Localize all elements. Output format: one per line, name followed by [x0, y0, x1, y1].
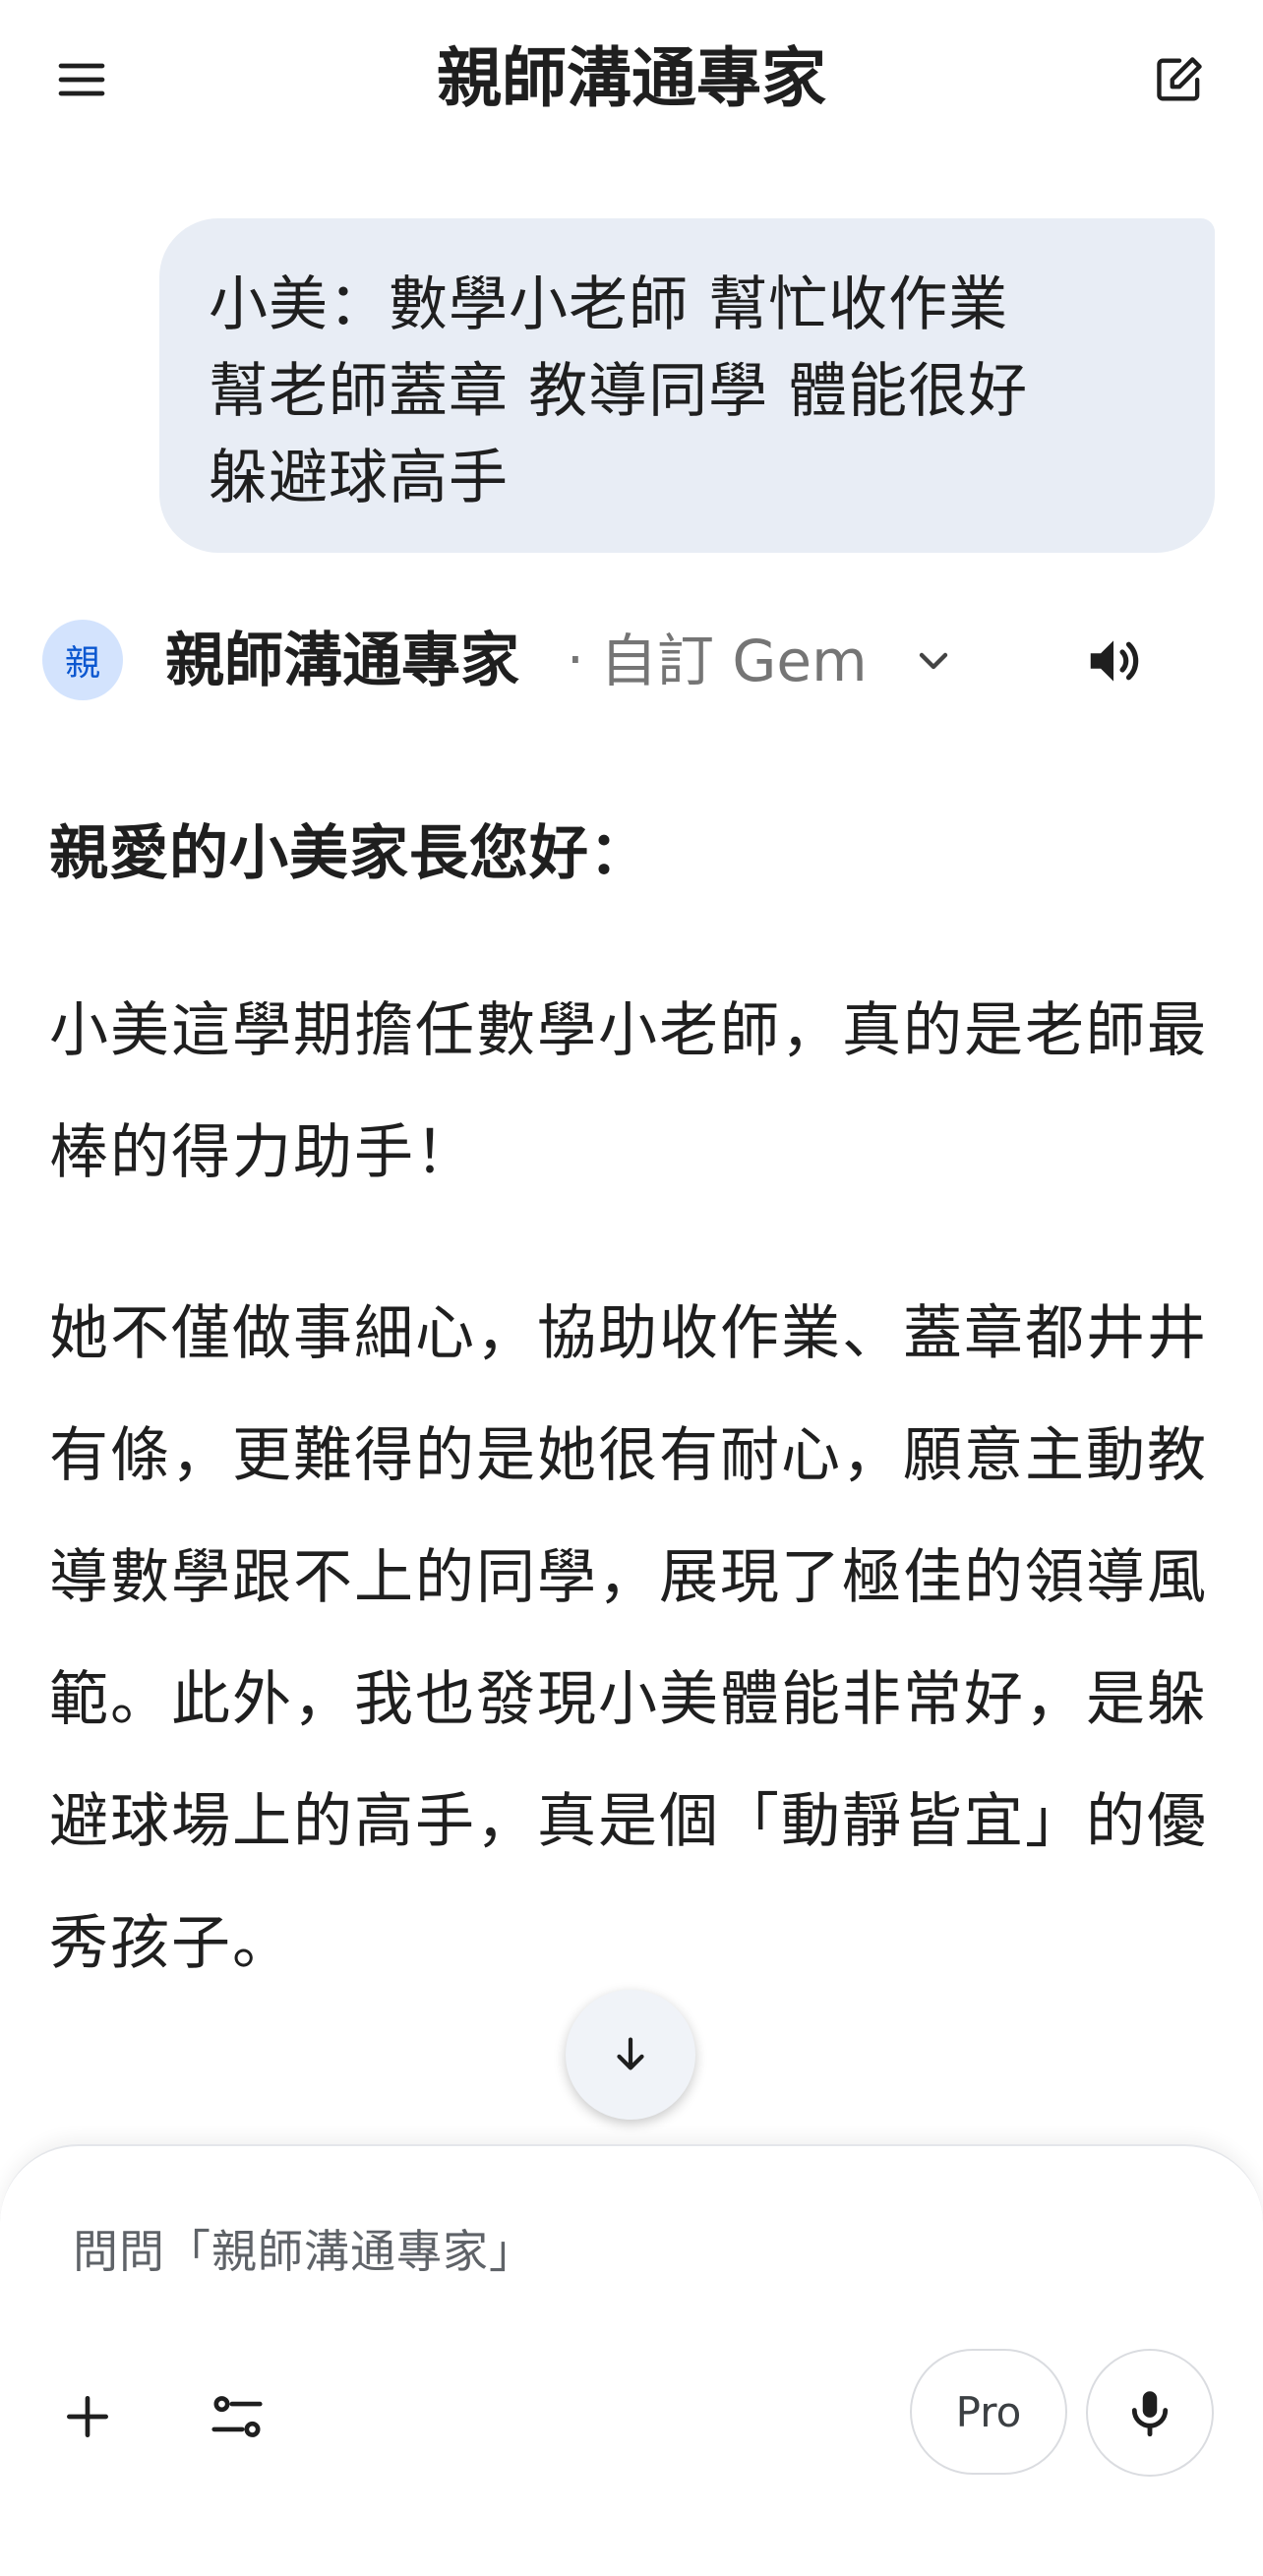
model-picker-button[interactable]: Pro	[910, 2349, 1067, 2475]
response-greeting: 親愛的小美家長您好：	[49, 819, 649, 888]
speaker-icon	[1090, 640, 1139, 682]
scroll-to-bottom-button[interactable]	[566, 1990, 695, 2120]
app-root: 親師溝通專家 小美：數學小老師 幫忙收作業 幫老師蓋章 教導同學 體能很好 躲避…	[0, 0, 1263, 2576]
prompt-input[interactable]: 問問「親師溝通專家」	[73, 2217, 535, 2286]
user-message-line: 小美：數學小老師 幫忙收作業	[209, 270, 1009, 339]
page-title: 親師溝通專家	[437, 40, 826, 116]
gem-avatar: 親	[42, 620, 123, 700]
mic-icon	[1131, 2391, 1169, 2437]
response-paragraph: 她不僅做事細心，協助收作業、蓋章都井井有條，更難得的是她很有耐心，願意主動教導數…	[49, 1299, 1208, 1978]
chevron-down-icon[interactable]	[910, 637, 957, 685]
gem-header: 親 親師溝通專家 · 自訂 Gem	[0, 610, 1263, 708]
gem-response: 親愛的小美家長您好： 小美這學期擔任數學小老師，真的是老師最棒的得力助手！ 她不…	[49, 807, 1220, 2005]
plus-icon	[67, 2396, 108, 2437]
user-message-line: 幫老師蓋章 教導同學 體能很好	[209, 357, 1029, 426]
add-attachment-button[interactable]	[43, 2372, 132, 2461]
gem-type-dropdown[interactable]: 自訂 Gem	[600, 624, 868, 698]
tools-icon	[211, 2396, 263, 2437]
user-message-line: 躲避球高手	[209, 444, 509, 512]
gem-separator: ·	[567, 629, 584, 692]
tools-button[interactable]	[193, 2372, 281, 2461]
gem-name: 親師溝通專家	[165, 627, 519, 695]
new-chat-button[interactable]	[1135, 35, 1224, 124]
read-aloud-button[interactable]	[1072, 620, 1155, 702]
composer-panel: 問問「親師溝通專家」 Pro	[0, 2144, 1263, 2576]
user-message-bubble[interactable]: 小美：數學小老師 幫忙收作業 幫老師蓋章 教導同學 體能很好 躲避球高手	[159, 218, 1215, 553]
top-bar: 親師溝通專家	[0, 0, 1263, 157]
arrow-down-icon	[617, 2037, 644, 2070]
edit-icon	[1157, 57, 1202, 101]
voice-input-button[interactable]	[1086, 2349, 1214, 2477]
response-paragraph: 小美這學期擔任數學小老師，真的是老師最棒的得力助手！	[49, 996, 1208, 1187]
